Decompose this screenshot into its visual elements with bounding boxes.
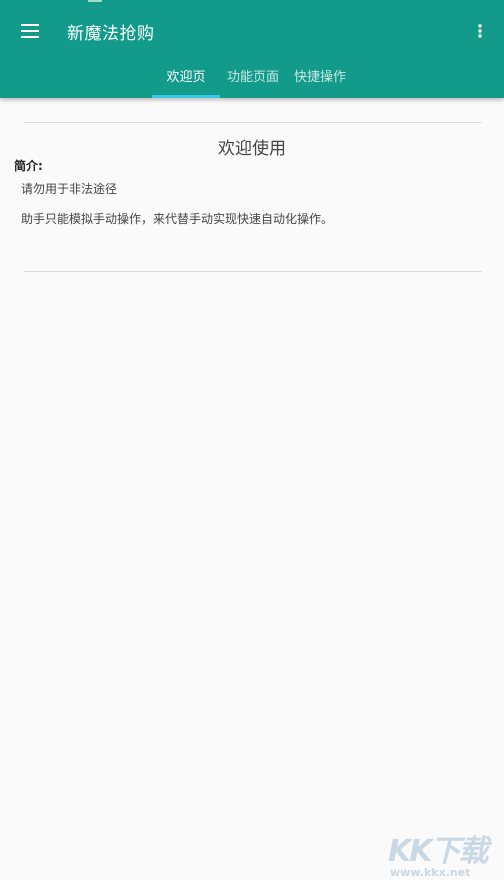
intro-line-warning: 请勿用于非法途径 (21, 182, 118, 196)
hamburger-menu-icon (21, 23, 39, 42)
tab-bar: 欢迎页 功能页面 快捷操作 (0, 62, 504, 98)
intro-label: 简介: (14, 159, 43, 173)
app-title: 新魔法抢购 (67, 24, 155, 44)
intro-line-description: 助手只能模拟手动操作，来代替手动实现快速自动化操作。 (21, 212, 334, 226)
top-divider (24, 122, 482, 123)
watermark-logo: KK下载 (388, 834, 488, 869)
status-bar-fragment (88, 0, 102, 2)
watermark: KK下载 www.kkx.net (388, 826, 504, 880)
more-vert-icon (478, 23, 482, 42)
app-bar: 新魔法抢购 欢迎页 功能页面 快捷操作 (0, 0, 504, 98)
menu-button[interactable] (14, 16, 46, 48)
tab-shortcuts[interactable]: 快捷操作 (288, 62, 352, 98)
welcome-title: 欢迎使用 (218, 139, 286, 159)
tab-welcome[interactable]: 欢迎页 (152, 62, 220, 98)
bottom-divider (24, 271, 482, 272)
tab-indicator (152, 95, 220, 98)
watermark-url: www.kkx.net (390, 866, 471, 879)
tab-functions[interactable]: 功能页面 (222, 62, 284, 98)
overflow-menu-button[interactable] (466, 16, 494, 48)
